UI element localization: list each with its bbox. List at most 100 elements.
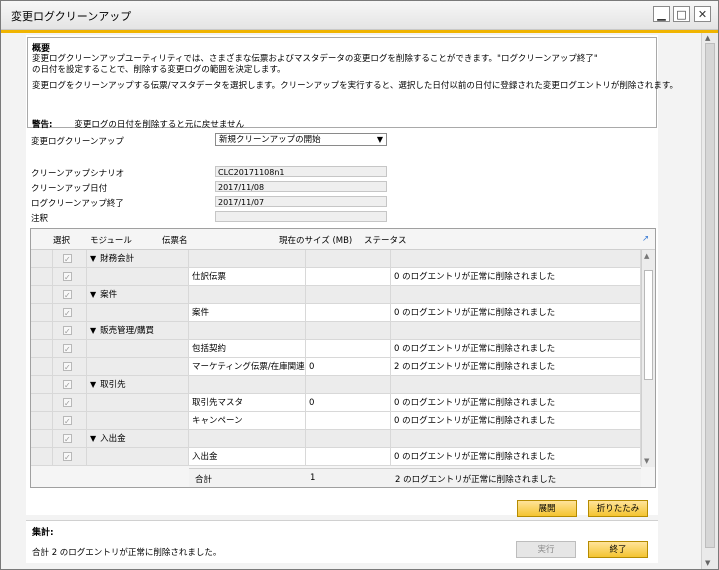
module-name: 案件 xyxy=(100,290,118,300)
cleanup-select[interactable]: 新規クリーンアップの開始 ▼ xyxy=(215,133,387,146)
grid-scrollbar[interactable]: ▲ ▼ xyxy=(641,250,655,467)
header-size[interactable]: 現在のサイズ (MB) xyxy=(279,234,352,246)
checkbox[interactable] xyxy=(63,269,72,285)
collapse-triangle-icon[interactable]: ▼ xyxy=(90,326,96,335)
scenario-label: クリーンアップシナリオ xyxy=(31,169,125,179)
header-module[interactable]: モジュール xyxy=(90,234,132,246)
collapse-triangle-icon[interactable]: ▼ xyxy=(90,254,96,263)
warning-label: 警告: xyxy=(32,120,53,130)
warning-text: 変更ログの日付を削除すると元に戻せません xyxy=(74,120,245,130)
checkbox[interactable] xyxy=(63,395,72,411)
collapse-triangle-icon[interactable]: ▼ xyxy=(90,434,96,443)
title-bar[interactable]: 変更ログクリーンアップ ▁ □ ✕ xyxy=(1,1,718,30)
table-row[interactable]: ▼ 入出金 xyxy=(31,430,641,448)
cleanup-label: 変更ログクリーンアップ xyxy=(31,137,124,147)
summary-text: 合計 2 のログエントリが正常に削除されました。 xyxy=(32,548,222,558)
cleanup-select-value: 新規クリーンアップの開始 xyxy=(219,135,321,145)
table-row[interactable]: 案件 0 のログエントリが正常に削除されました xyxy=(31,304,641,322)
note-field[interactable] xyxy=(215,211,387,222)
doc-name: 仕訳伝票 xyxy=(189,268,306,286)
scroll-down-icon[interactable]: ▼ xyxy=(705,559,710,567)
module-name: 販売管理/購買 xyxy=(100,326,155,336)
table-row[interactable]: 仕訳伝票 0 のログエントリが正常に削除されました xyxy=(31,268,641,286)
close-icon[interactable]: ✕ xyxy=(694,6,711,22)
minimize-icon[interactable]: ▁ xyxy=(653,6,670,22)
collapse-triangle-icon[interactable]: ▼ xyxy=(90,290,96,299)
date-field: 2017/11/08 xyxy=(215,181,387,192)
table-row[interactable]: キャンペーン 0 のログエントリが正常に削除されました xyxy=(31,412,641,430)
table-row[interactable]: マーケティング伝票/在庫関連 0 2 のログエントリが正常に削除されました xyxy=(31,358,641,376)
accent-bar xyxy=(1,30,718,33)
doc-status: 0 のログエントリが正常に削除されました xyxy=(391,304,641,322)
doc-size xyxy=(306,448,391,466)
table-row[interactable]: ▼ 取引先 xyxy=(31,376,641,394)
total-status: 2 のログエントリが正常に削除されました xyxy=(395,475,557,485)
checkbox[interactable] xyxy=(63,359,72,375)
doc-name: 入出金 xyxy=(189,448,306,466)
total-row: 合計 1 2 のログエントリが正常に削除されました xyxy=(189,468,641,487)
scenario-field: CLC20171108n1 xyxy=(215,166,387,177)
doc-name: 取引先マスタ xyxy=(189,394,306,412)
checkbox[interactable] xyxy=(63,305,72,321)
doc-status: 0 のログエントリが正常に削除されました xyxy=(391,394,641,412)
doc-size xyxy=(306,340,391,358)
grid-header: 選択 モジュール 伝票名 現在のサイズ (MB) ステータス ↗ xyxy=(31,229,655,250)
overview-line-1: 変更ログクリーンアップユーティリティでは、さまざまな伝票およびマスタデータの変更… xyxy=(32,54,598,64)
header-status[interactable]: ステータス xyxy=(364,234,407,246)
overview-box: 概要 変更ログクリーンアップユーティリティでは、さまざまな伝票およびマスタデータ… xyxy=(27,37,678,130)
expand-grid-icon[interactable]: ↗ xyxy=(642,234,652,244)
overview-title: 概要 xyxy=(32,44,51,54)
doc-size xyxy=(306,268,391,286)
expand-button[interactable]: 展開 xyxy=(517,500,577,517)
table-row[interactable]: ▼ 販売管理/購買 xyxy=(31,322,641,340)
total-size: 1 xyxy=(310,473,316,483)
checkbox[interactable] xyxy=(63,449,72,465)
doc-size xyxy=(306,412,391,430)
grid-scroll-thumb[interactable] xyxy=(644,270,653,380)
grid-scroll-up-icon[interactable]: ▲ xyxy=(644,252,649,260)
table-row[interactable]: ▼ 財務会計 xyxy=(31,250,641,268)
doc-name: キャンペーン xyxy=(189,412,306,430)
table-row[interactable]: 取引先マスタ 0 0 のログエントリが正常に削除されました xyxy=(31,394,641,412)
checkbox[interactable] xyxy=(63,287,72,303)
header-select[interactable]: 選択 xyxy=(53,234,70,246)
doc-size: 0 xyxy=(306,358,391,376)
scroll-thumb[interactable] xyxy=(705,43,715,548)
scroll-up-icon[interactable]: ▲ xyxy=(705,34,710,42)
module-name: 入出金 xyxy=(100,434,126,444)
table-row[interactable]: 入出金 0 のログエントリが正常に削除されました xyxy=(31,448,641,466)
doc-name: 包括契約 xyxy=(189,340,306,358)
checkbox[interactable] xyxy=(63,251,72,267)
doc-status: 2 のログエントリが正常に削除されました xyxy=(391,358,641,376)
note-label: 注釈 xyxy=(31,214,49,224)
table-row[interactable]: 包括契約 0 のログエントリが正常に削除されました xyxy=(31,340,641,358)
doc-status: 0 のログエントリが正常に削除されました xyxy=(391,268,641,286)
checkbox[interactable] xyxy=(63,341,72,357)
overview-line-2: の日付を設定することで、削除する変更ログの範囲を決定します。 xyxy=(32,65,286,75)
window-scrollbar[interactable]: ▲ ▼ xyxy=(701,33,718,569)
chevron-down-icon[interactable]: ▼ xyxy=(377,134,383,146)
checkbox[interactable] xyxy=(63,377,72,393)
checkbox[interactable] xyxy=(63,323,72,339)
checkbox[interactable] xyxy=(63,431,72,447)
summary-title: 集計: xyxy=(32,528,54,538)
end-label: ログクリーンアップ終了 xyxy=(31,199,124,209)
collapse-triangle-icon[interactable]: ▼ xyxy=(90,380,96,389)
doc-status: 0 のログエントリが正常に削除されました xyxy=(391,448,641,466)
finish-button[interactable]: 終了 xyxy=(588,541,648,558)
module-name: 取引先 xyxy=(100,380,126,390)
collapse-button[interactable]: 折りたたみ xyxy=(588,500,648,517)
doc-status: 0 のログエントリが正常に削除されました xyxy=(391,340,641,358)
window-title: 変更ログクリーンアップ xyxy=(11,10,132,23)
checkbox[interactable] xyxy=(63,413,72,429)
cleanup-grid: 選択 モジュール 伝票名 現在のサイズ (MB) ステータス ↗ ▼ 財務会計 仕… xyxy=(30,228,656,488)
table-row[interactable]: ▼ 案件 xyxy=(31,286,641,304)
date-label: クリーンアップ日付 xyxy=(31,184,108,194)
header-doc[interactable]: 伝票名 xyxy=(162,234,188,246)
doc-name: 案件 xyxy=(189,304,306,322)
module-name: 財務会計 xyxy=(100,254,135,264)
grid-scroll-down-icon[interactable]: ▼ xyxy=(644,457,649,465)
maximize-icon[interactable]: □ xyxy=(673,6,690,22)
run-button[interactable]: 実行 xyxy=(516,541,576,558)
doc-status: 0 のログエントリが正常に削除されました xyxy=(391,412,641,430)
